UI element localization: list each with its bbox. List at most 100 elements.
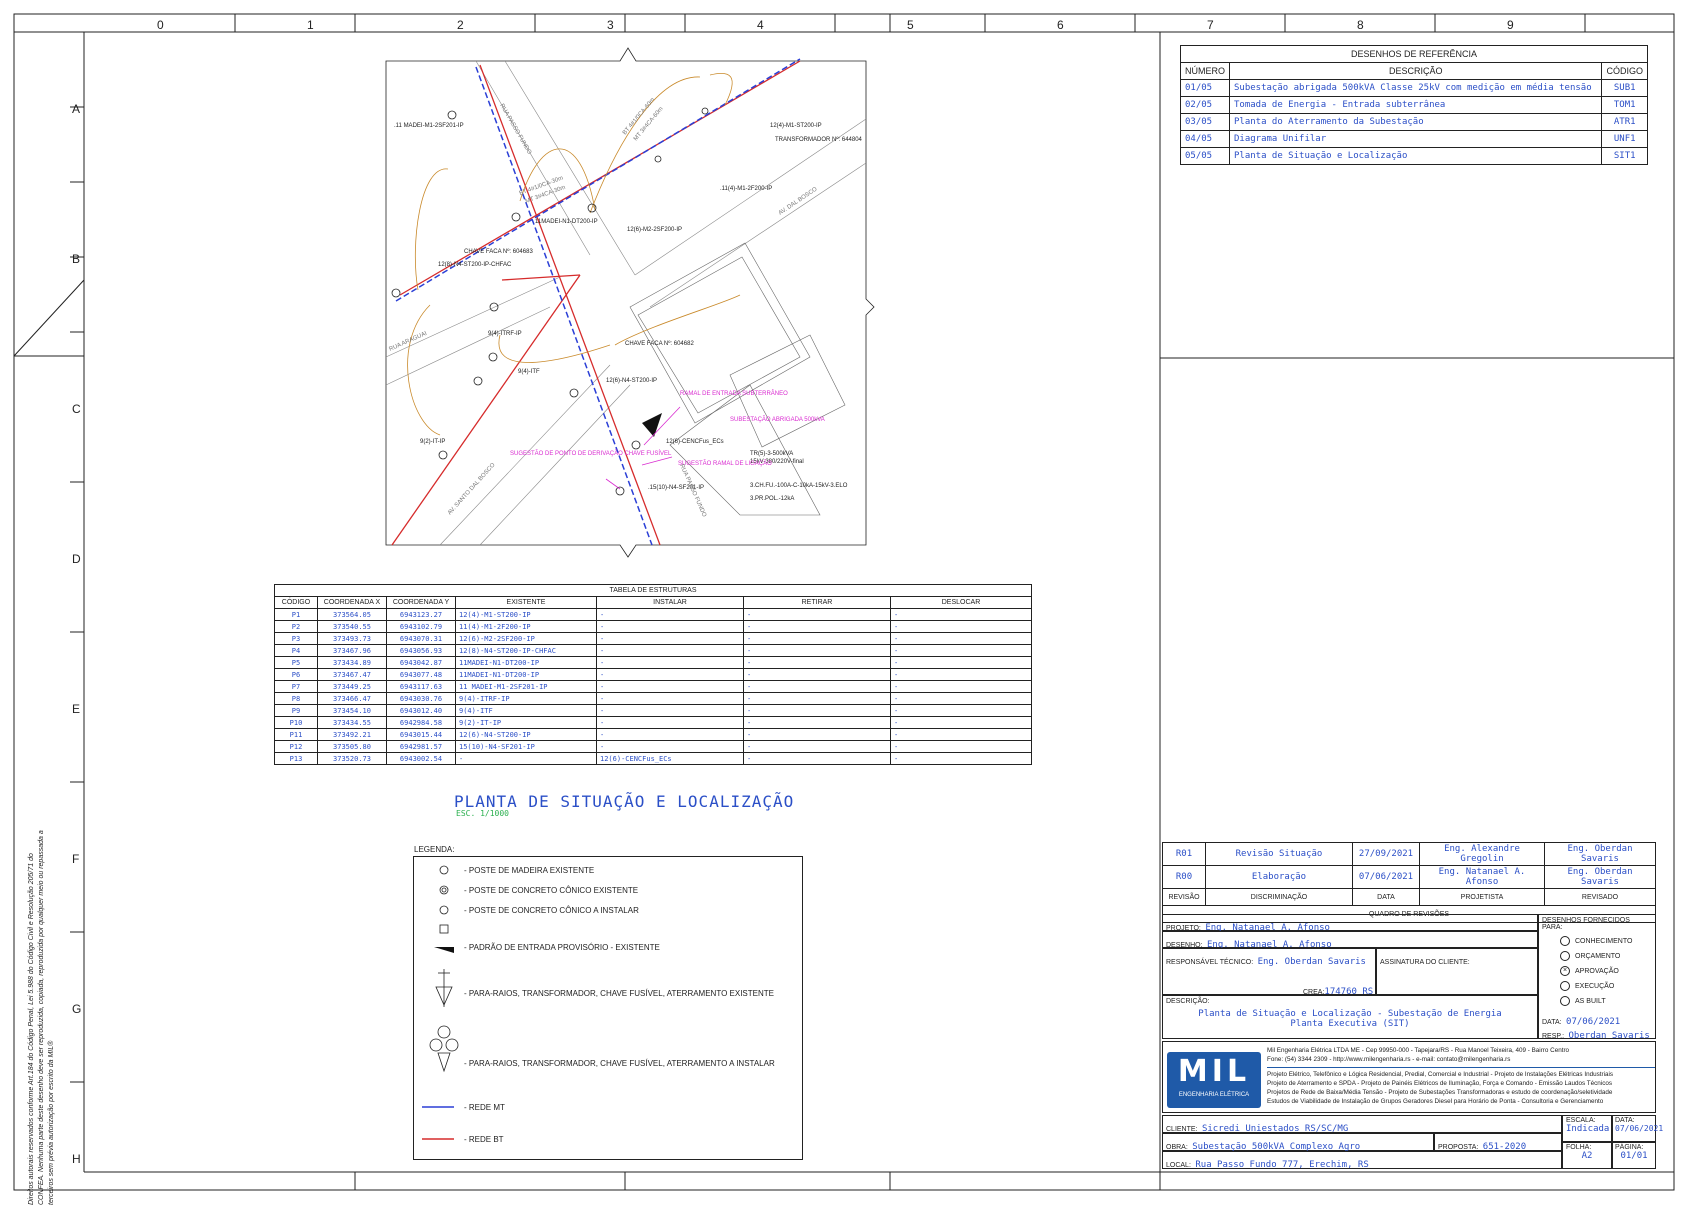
site-map: .11 MADEI-M1-2SF201-IP 12(4)-M1-ST200-IP… [385, 47, 875, 558]
table-row: R01 Revisão Situação 27/09/2021 Eng. Ale… [1162, 842, 1656, 866]
rev-date: 07/06/2021 [1352, 865, 1420, 889]
struct-retirar: - [743, 752, 891, 765]
struct-deslocar: - [890, 668, 1032, 681]
struct-code: P6 [274, 668, 318, 681]
table-row: P5 373434.89 6943042.87 11MADEI-N1-DT200-IP… [274, 656, 1032, 669]
logo-subtitle: ENGENHARIA ELÉTRICA [1178, 1092, 1250, 1098]
radio-icon[interactable] [1560, 981, 1570, 991]
fornecido-option[interactable]: CONHECIMENTO [1560, 936, 1652, 946]
wood-pole-icon [439, 865, 449, 875]
folha-box: FOLHA: A2 [1562, 1142, 1612, 1169]
company-box: MIL ENGENHARIA ELÉTRICA Mil Engenharia E… [1162, 1041, 1656, 1113]
grid-row-e: E [72, 702, 81, 716]
radio-icon[interactable] [1560, 936, 1570, 946]
grid-row-c: C [72, 402, 81, 416]
cliente-label: CLIENTE: [1166, 1126, 1198, 1133]
fornecido-label: APROVAÇÃO [1575, 967, 1619, 975]
struct-instalar: - [596, 620, 744, 633]
reference-drawings-table: DESENHOS DE REFERÊNCIA NÚMERO DESCRIÇÃO … [1180, 45, 1648, 165]
rev-reviewer: Eng. Oberdan Savaris [1544, 842, 1656, 866]
struct-existente: 12(4)-M1-ST200-IP [455, 608, 597, 621]
struct-coord-x: 373449.25 [317, 680, 387, 693]
fornecidos-title: DESENHOS FORNECIDOS PARA: [1542, 917, 1630, 931]
local-label: LOCAL: [1166, 1162, 1191, 1169]
struct-coord-x: 373467.96 [317, 644, 387, 657]
company-services-2: Projeto de Aterramento e SPDA - Projeto … [1267, 1080, 1612, 1087]
struct-retirar: - [743, 620, 891, 633]
struct-existente: 11(4)-M1-2F200-IP [455, 620, 597, 633]
ref-description: Tomada de Energia - Entrada subterrânea [1228, 96, 1603, 114]
struct-code: P5 [274, 656, 318, 669]
map-label-ramal: RAMAL DE ENTRADA SUBTERRÂNEO [680, 390, 788, 397]
new-concrete-pole-icon [439, 905, 449, 915]
grid-col-3: 3 [607, 18, 614, 32]
map-label-p13: 12(6)-CENCFus_ECs [666, 439, 724, 445]
grid-col-4: 4 [757, 18, 764, 32]
legend-item: - REDE MT [464, 1103, 505, 1112]
grid-row-a: A [72, 102, 81, 116]
cliente-box: CLIENTE: Sicredi Uniestados RS/SC/MG [1162, 1115, 1562, 1134]
struct-coord-y: 6943123.27 [386, 608, 456, 621]
map-label-p8: 9(4)-ITRF-IP [488, 331, 522, 337]
obra-box: OBRA: Subestação 500kVA Complexo Agro [1162, 1133, 1434, 1152]
projeto-box: PROJETO: Eng. Natanael A. Afonso [1162, 914, 1538, 933]
struct-coord-y: 6942984.58 [386, 716, 456, 729]
map-street-1: RUA PASSO FUNDO [498, 103, 532, 156]
legend-item: - POSTE DE MADEIRA EXISTENTE [464, 866, 595, 875]
data2-value: 07/06/2021 [1615, 1124, 1664, 1133]
struct-existente: 15(10)-N4-SF201-IP [455, 740, 597, 753]
fornecido-option[interactable]: AS BUILT [1560, 996, 1652, 1006]
struct-deslocar: - [890, 680, 1032, 693]
rev-header: PROJETISTA [1419, 888, 1545, 906]
responsavel-label: RESPONSÁVEL TÉCNICO: [1166, 959, 1254, 966]
pagina-label: PÁGINA: [1615, 1144, 1644, 1151]
table-row: P10 373434.55 6942984.58 9(2)-IT-IP - - - [274, 716, 1032, 729]
struct-instalar: - [596, 728, 744, 741]
pagina-box: PÁGINA: 01/01 [1612, 1142, 1656, 1169]
proposta-label: PROPOSTA: [1438, 1144, 1479, 1151]
fornecido-label: CONHECIMENTO [1575, 937, 1633, 945]
radio-icon[interactable] [1560, 951, 1570, 961]
struct-deslocar: - [890, 692, 1032, 705]
ref-header-description: DESCRIÇÃO [1228, 62, 1603, 80]
struct-retirar: - [743, 716, 891, 729]
table-row: 04/05 Diagrama Unifilar UNF1 [1180, 130, 1648, 148]
struct-code: P2 [274, 620, 318, 633]
struct-instalar: - [596, 692, 744, 705]
ref-number: 02/05 [1180, 96, 1230, 114]
fornecido-label: EXECUÇÃO [1575, 982, 1615, 990]
struct-instalar: - [596, 656, 744, 669]
structures-table: TABELA DE ESTRUTURAS CÓDIGO COORDENADA X… [274, 584, 1032, 765]
map-street-2: AV. DAL BOSCO [778, 186, 819, 216]
table-row: 05/05 Planta de Situação e Localização S… [1180, 147, 1648, 165]
map-label-bt2: MT 3#4CA-60m [633, 106, 665, 142]
struct-existente: 9(2)-IT-IP [455, 716, 597, 729]
descricao-line2: Planta Executiva (SIT) [1290, 1019, 1410, 1029]
legend-item: - PADRÃO DE ENTRADA PROVISÓRIO - EXISTEN… [464, 943, 660, 952]
table-row: P8 373466.47 6943030.76 9(4)-ITRF-IP - - - [274, 692, 1032, 705]
fornecido-option[interactable]: × APROVAÇÃO [1560, 966, 1652, 976]
map-label-switch2: CHAVE FACA Nº: 604682 [625, 340, 694, 347]
ref-code: UNF1 [1601, 130, 1648, 148]
radio-icon[interactable] [1560, 996, 1570, 1006]
resp-value: Oberdan Savaris [1568, 1031, 1650, 1041]
struct-code: P8 [274, 692, 318, 705]
struct-retirar: - [743, 692, 891, 705]
fornecido-option[interactable]: ORÇAMENTO [1560, 951, 1652, 961]
fornecido-option[interactable]: EXECUÇÃO [1560, 981, 1652, 991]
rev-description: Elaboração [1205, 865, 1353, 889]
radio-checked-icon[interactable]: × [1560, 966, 1570, 976]
struct-deslocar: - [890, 644, 1032, 657]
map-label-chfu: 3.CH.FU.-100A-C-10kA-15kV-3.ELO [750, 483, 848, 489]
responsavel-value: Eng. Oberdan Savaris [1257, 957, 1366, 967]
struct-coord-x: 373454.10 [317, 704, 387, 717]
struct-coord-y: 6943102.79 [386, 620, 456, 633]
legend-item: - PARA-RAIOS, TRANSFORMADOR, CHAVE FUSÍV… [464, 989, 774, 998]
struct-header-deslocar: DESLOCAR [890, 596, 1032, 609]
struct-deslocar: - [890, 632, 1032, 645]
ref-number: 04/05 [1180, 130, 1230, 148]
struct-existente: - [455, 752, 597, 765]
struct-retirar: - [743, 680, 891, 693]
local-value: Rua Passo Fundo 777, Erechim, RS [1195, 1160, 1369, 1170]
struct-retirar: - [743, 608, 891, 621]
